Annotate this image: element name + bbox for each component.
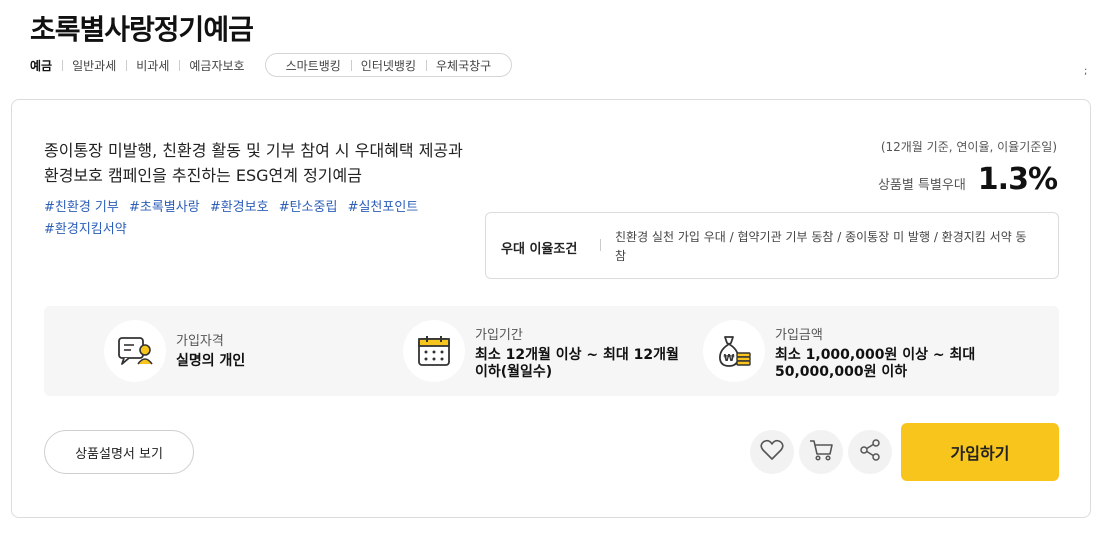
share-button[interactable] — [848, 430, 892, 474]
eligibility-item: 가입자격 실명의 개인 — [104, 320, 245, 382]
tag-deposit: 예금 — [30, 58, 53, 73]
rate-note: (12개월 기준, 연이율, 이율기준일) — [880, 140, 1057, 154]
cart-button[interactable] — [799, 430, 843, 474]
amount-label: 가입금액 — [775, 328, 823, 343]
channel-post-office: 우체국창구 — [426, 57, 501, 74]
product-document-button[interactable]: 상품설명서 보기 — [44, 430, 194, 474]
channel-smart-banking: 스마트뱅킹 — [285, 58, 341, 73]
hashtag[interactable]: #실천포인트 — [348, 200, 419, 215]
tag-general-tax: 일반과세 — [62, 57, 126, 74]
rate-value: 1.3% — [977, 162, 1058, 197]
period-value: 최소 12개월 이상 ~ 최대 12개월 이하(월일수) — [475, 347, 679, 380]
amount-item: ₩ 가입금액 최소 1,000,000원 이상 ~ 최대 50,000,000원… — [703, 320, 1005, 382]
preferential-condition-box: 우대 이율조건 친환경 실천 가입 우대 / 협약기관 기부 동참 / 종이통장… — [485, 212, 1059, 279]
condition-text: 친환경 실천 가입 우대 / 협약기관 기부 동참 / 종이통장 미 발행 / … — [615, 230, 1027, 263]
channel-internet-banking: 인터넷뱅킹 — [350, 57, 426, 74]
condition-divider — [600, 239, 601, 251]
money-bag-icon: ₩ — [703, 320, 765, 382]
amount-value: 최소 1,000,000원 이상 ~ 최대 50,000,000원 이하 — [775, 347, 976, 380]
heart-icon — [760, 439, 784, 465]
product-title: 초록별사랑정기예금 — [30, 13, 254, 46]
eligibility-label: 가입자격 — [176, 334, 224, 349]
person-chat-icon — [104, 320, 166, 382]
product-tags: 예금 일반과세 비과세 예금자보호 스마트뱅킹 인터넷뱅킹 우체국창구 — [30, 53, 513, 77]
product-card: 종이통장 미발행, 친환경 활동 및 기부 참여 시 우대혜택 제공과 환경보호… — [11, 99, 1091, 518]
hashtag[interactable]: #환경보호 — [210, 200, 269, 215]
corner-mark: ; — [1084, 66, 1088, 77]
tag-tax-free: 비과세 — [126, 57, 179, 74]
hashtag-list: #친환경 기부 #초록별사랑 #환경보호 #탄소중립 #실천포인트 #환경지킴서… — [44, 197, 464, 241]
svg-text:₩: ₩ — [723, 353, 734, 364]
tag-depositor-protection: 예금자보호 — [179, 57, 254, 74]
hashtag[interactable]: #환경지킴서약 — [44, 222, 127, 237]
channel-pill: 스마트뱅킹 인터넷뱅킹 우체국창구 — [264, 53, 513, 77]
join-button[interactable]: 가입하기 — [901, 423, 1059, 481]
calendar-icon — [403, 320, 465, 382]
rate-row: 상품별 특별우대 1.3% — [877, 162, 1058, 197]
hashtag[interactable]: #친환경 기부 — [44, 200, 119, 215]
rate-label: 상품별 특별우대 — [877, 178, 966, 193]
product-description: 종이통장 미발행, 친환경 활동 및 기부 참여 시 우대혜택 제공과 환경보호… — [44, 141, 463, 185]
info-strip: 가입자격 실명의 개인 가입기간 최소 12개월 이상 ~ 최대 12개월 이하… — [44, 306, 1059, 396]
period-item: 가입기간 최소 12개월 이상 ~ 최대 12개월 이하(월일수) — [403, 320, 695, 382]
period-label: 가입기간 — [475, 328, 523, 343]
condition-label: 우대 이율조건 — [501, 242, 578, 257]
favorite-button[interactable] — [750, 430, 794, 474]
eligibility-value: 실명의 개인 — [176, 353, 246, 369]
hashtag[interactable]: #초록별사랑 — [129, 200, 200, 215]
share-icon — [858, 438, 882, 466]
hashtag[interactable]: #탄소중립 — [279, 200, 338, 215]
cart-icon — [808, 438, 834, 466]
